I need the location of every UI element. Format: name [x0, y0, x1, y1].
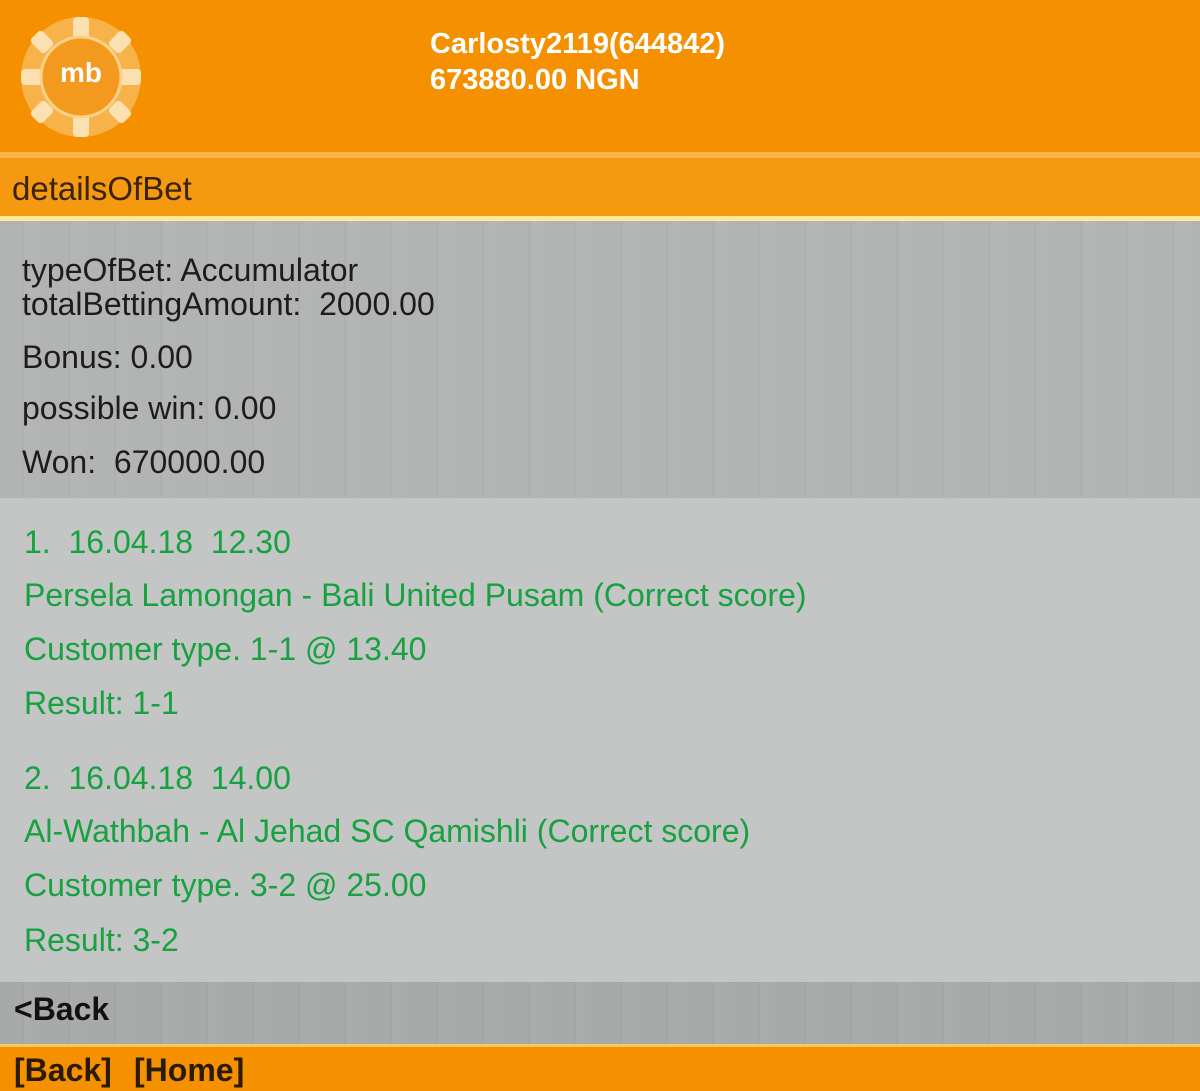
page-title-bar: detailsOfBet	[0, 158, 1200, 221]
back-bar: <Back	[0, 982, 1200, 1044]
user-info: Carlosty2119(644842) 673880.00 NGN	[430, 26, 725, 98]
type-of-bet: typeOfBet: Accumulator	[22, 252, 359, 288]
bet-selections: 1. 16.04.18 12.30 Persela Lamongan - Bal…	[0, 498, 1200, 982]
footer-home-link[interactable]: [Home]	[134, 1052, 244, 1089]
bet-heading: 1. 16.04.18 12.30	[24, 524, 291, 560]
bet-match: Persela Lamongan - Bali United Pusam (Co…	[24, 577, 807, 613]
mb-logo[interactable]: mb	[18, 14, 144, 140]
page-title: detailsOfBet	[12, 170, 192, 207]
total-betting-amount: totalBettingAmount: 2000.00	[22, 286, 435, 322]
bet-result: Result: 1-1	[24, 685, 179, 721]
username: Carlosty2119(644842)	[430, 28, 726, 60]
bet-customer-type: Customer type. 3-2 @ 25.00	[24, 867, 427, 903]
footer-nav: [Back] [Home]	[0, 1044, 1200, 1091]
footer-back-link[interactable]: [Back]	[14, 1052, 112, 1089]
won-amount: Won: 670000.00	[22, 444, 266, 480]
possible-win: possible win: 0.00	[22, 390, 277, 426]
bet-result: Result: 3-2	[24, 922, 179, 958]
account-balance: 673880.00 NGN	[430, 64, 640, 96]
app-header: mb Carlosty2119(644842) 673880.00 NGN	[0, 0, 1200, 152]
bonus: Bonus: 0.00	[22, 339, 193, 375]
bet-customer-type: Customer type. 1-1 @ 13.40	[24, 631, 427, 667]
bet-summary: typeOfBet: Accumulator totalBettingAmoun…	[0, 221, 1200, 498]
bet-heading: 2. 16.04.18 14.00	[24, 760, 291, 796]
logo-text: mb	[60, 57, 102, 88]
bet-match: Al-Wathbah - Al Jehad SC Qamishli (Corre…	[24, 813, 751, 849]
back-link[interactable]: <Back	[14, 991, 109, 1028]
